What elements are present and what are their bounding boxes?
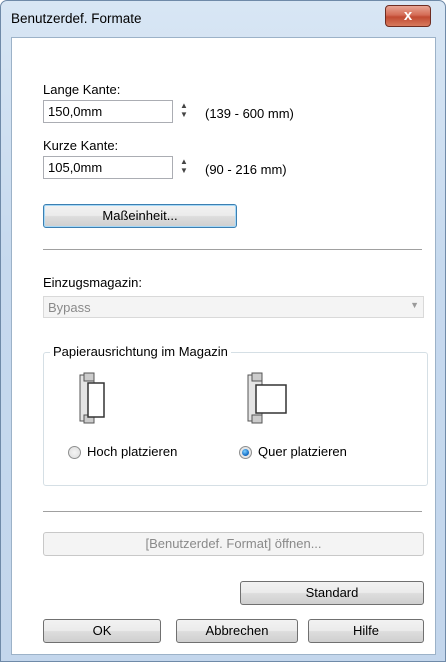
separator bbox=[43, 511, 422, 512]
standard-button[interactable]: Standard bbox=[240, 581, 424, 605]
close-icon: x bbox=[403, 7, 413, 24]
portrait-radio[interactable] bbox=[68, 446, 81, 459]
long-edge-label: Lange Kante: bbox=[43, 82, 121, 97]
short-edge-label: Kurze Kante: bbox=[43, 138, 119, 153]
window-title: Benutzerdef. Formate bbox=[11, 11, 142, 26]
spin-down-icon[interactable]: ▼ bbox=[177, 110, 191, 119]
title-bar[interactable]: Benutzerdef. Formate x bbox=[1, 1, 445, 37]
portrait-paper-icon bbox=[68, 371, 152, 429]
long-edge-input[interactable]: 150,0mm bbox=[43, 100, 173, 123]
short-edge-range: (90 - 216 mm) bbox=[205, 162, 287, 177]
long-edge-range: (139 - 600 mm) bbox=[205, 106, 294, 121]
ok-button[interactable]: OK bbox=[43, 619, 161, 643]
landscape-radio-label[interactable]: Quer platzieren bbox=[258, 444, 347, 459]
landscape-radio[interactable] bbox=[239, 446, 252, 459]
close-button[interactable]: x bbox=[385, 5, 431, 27]
orientation-groupbox: Papierausrichtung im Magazin Hoch platzi… bbox=[43, 344, 428, 486]
spin-down-icon[interactable]: ▼ bbox=[177, 166, 191, 175]
spin-up-icon[interactable]: ▲ bbox=[177, 157, 191, 166]
cancel-button[interactable]: Abbrechen bbox=[176, 619, 298, 643]
chevron-down-icon: ▼ bbox=[410, 300, 419, 310]
short-edge-spinner[interactable]: ▲ ▼ bbox=[177, 157, 191, 179]
dialog-window: Benutzerdef. Formate x Lange Kante: 150,… bbox=[0, 0, 446, 662]
help-button[interactable]: Hilfe bbox=[308, 619, 424, 643]
tray-label: Einzugsmagazin: bbox=[43, 275, 142, 290]
landscape-paper-icon bbox=[240, 371, 324, 429]
spin-up-icon[interactable]: ▲ bbox=[177, 101, 191, 110]
orientation-group-title: Papierausrichtung im Magazin bbox=[50, 344, 231, 359]
unit-button[interactable]: Maßeinheit... bbox=[43, 204, 237, 228]
separator bbox=[43, 249, 422, 250]
tray-select[interactable]: Bypass ▼ bbox=[43, 296, 424, 318]
portrait-radio-label[interactable]: Hoch platzieren bbox=[87, 444, 177, 459]
dialog-body: Lange Kante: 150,0mm ▲ ▼ (139 - 600 mm) … bbox=[11, 37, 436, 655]
open-custom-format-button[interactable]: [Benutzerdef. Format] öffnen... bbox=[43, 532, 424, 556]
tray-select-value: Bypass bbox=[48, 300, 91, 315]
long-edge-spinner[interactable]: ▲ ▼ bbox=[177, 101, 191, 123]
short-edge-input[interactable]: 105,0mm bbox=[43, 156, 173, 179]
